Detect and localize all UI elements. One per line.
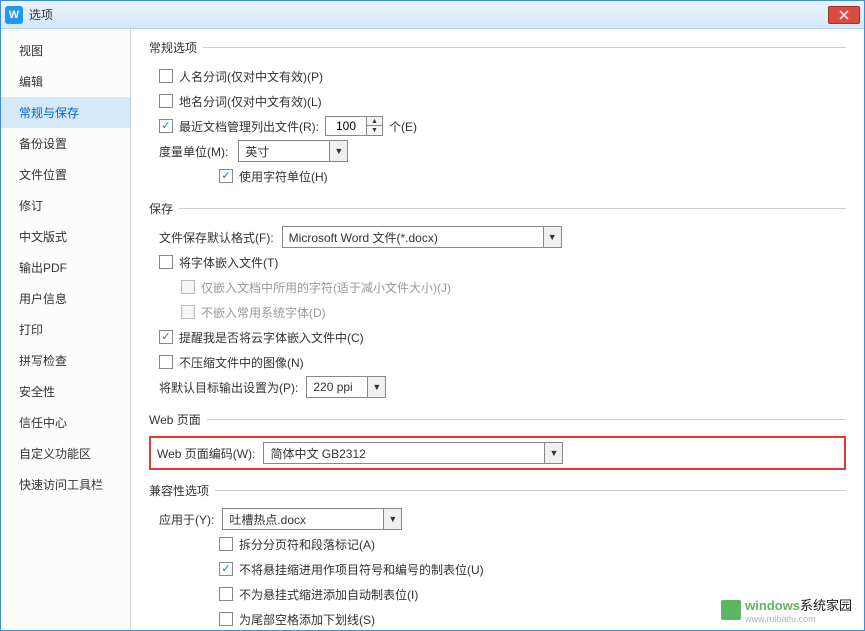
sidebar-item-general-save[interactable]: 常规与保存 bbox=[1, 97, 130, 128]
recent-count-up[interactable]: ▲ bbox=[367, 117, 382, 126]
content-panel: 常规选项 人名分词(仅对中文有效)(P) 地名分词(仅对中文有效)(L) 最近文… bbox=[131, 29, 864, 630]
tail-underline-label: 为尾部空格添加下划线(S) bbox=[239, 611, 375, 628]
tail-underline-checkbox[interactable] bbox=[219, 612, 233, 626]
char-unit-checkbox[interactable] bbox=[219, 169, 233, 183]
web-encoding-value: 简体中文 GB2312 bbox=[264, 445, 544, 462]
no-embed-sys-label: 不嵌入常用系统字体(D) bbox=[201, 304, 326, 321]
web-encoding-select[interactable]: 简体中文 GB2312 ▼ bbox=[263, 442, 563, 464]
recent-unit-label: 个(E) bbox=[389, 118, 417, 135]
sidebar-item-view[interactable]: 视图 bbox=[1, 35, 130, 66]
watermark-brand1: windows bbox=[745, 598, 800, 613]
default-res-select[interactable]: 220 ppi ▼ bbox=[306, 376, 386, 398]
apply-label: 应用于(Y): bbox=[159, 511, 214, 528]
no-compress-checkbox[interactable] bbox=[159, 355, 173, 369]
default-fmt-label: 文件保存默认格式(F): bbox=[159, 229, 274, 246]
sidebar-item-quick-access[interactable]: 快速访问工具栏 bbox=[1, 469, 130, 500]
recent-docs-checkbox[interactable] bbox=[159, 119, 173, 133]
web-encoding-label: Web 页面编码(W): bbox=[157, 445, 255, 462]
sidebar-item-print[interactable]: 打印 bbox=[1, 314, 130, 345]
embed-used-label: 仅嵌入文档中所用的字符(适于减小文件大小)(J) bbox=[201, 279, 451, 296]
default-fmt-value: Microsoft Word 文件(*.docx) bbox=[283, 229, 543, 246]
sidebar-item-chinese-layout[interactable]: 中文版式 bbox=[1, 221, 130, 252]
name-seg-label: 人名分词(仅对中文有效)(P) bbox=[179, 68, 323, 85]
sidebar: 视图 编辑 常规与保存 备份设置 文件位置 修订 中文版式 输出PDF 用户信息… bbox=[1, 29, 131, 630]
place-seg-checkbox[interactable] bbox=[159, 94, 173, 108]
sidebar-item-security[interactable]: 安全性 bbox=[1, 376, 130, 407]
save-legend: 保存 bbox=[149, 200, 179, 217]
web-section: Web 页面 Web 页面编码(W): 简体中文 GB2312 ▼ bbox=[149, 411, 846, 474]
sidebar-item-customize-ribbon[interactable]: 自定义功能区 bbox=[1, 438, 130, 469]
char-unit-label: 使用字符单位(H) bbox=[239, 168, 328, 185]
save-section: 保存 文件保存默认格式(F): Microsoft Word 文件(*.docx… bbox=[149, 200, 846, 403]
split-para-checkbox[interactable] bbox=[219, 537, 233, 551]
default-res-label: 将默认目标输出设置为(P): bbox=[159, 379, 298, 396]
sidebar-item-file-location[interactable]: 文件位置 bbox=[1, 159, 130, 190]
unit-label: 度量单位(M): bbox=[159, 143, 228, 160]
window-title: 选项 bbox=[29, 6, 828, 23]
sidebar-item-spell-check[interactable]: 拼写检查 bbox=[1, 345, 130, 376]
chevron-down-icon: ▼ bbox=[383, 509, 401, 529]
chevron-down-icon: ▼ bbox=[329, 141, 347, 161]
titlebar: W 选项 bbox=[1, 1, 864, 29]
chevron-down-icon: ▼ bbox=[544, 443, 562, 463]
close-icon bbox=[839, 10, 849, 20]
unit-select[interactable]: 英寸 ▼ bbox=[238, 140, 348, 162]
apply-select[interactable]: 吐槽热点.docx ▼ bbox=[222, 508, 402, 530]
compat-legend: 兼容性选项 bbox=[149, 482, 215, 499]
recent-docs-label: 最近文档管理列出文件(R): bbox=[179, 118, 319, 135]
no-hang-bullet-checkbox[interactable] bbox=[219, 562, 233, 576]
embed-used-checkbox bbox=[181, 280, 195, 294]
sidebar-item-user-info[interactable]: 用户信息 bbox=[1, 283, 130, 314]
close-button[interactable] bbox=[828, 6, 860, 24]
watermark-icon bbox=[721, 600, 741, 620]
embed-fonts-label: 将字体嵌入文件(T) bbox=[179, 254, 278, 271]
default-fmt-select[interactable]: Microsoft Word 文件(*.docx) ▼ bbox=[282, 226, 562, 248]
sidebar-item-output-pdf[interactable]: 输出PDF bbox=[1, 252, 130, 283]
sidebar-item-trust-center[interactable]: 信任中心 bbox=[1, 407, 130, 438]
app-icon: W bbox=[5, 6, 23, 24]
default-res-value: 220 ppi bbox=[307, 380, 367, 394]
sidebar-item-edit[interactable]: 编辑 bbox=[1, 66, 130, 97]
no-hang-auto-checkbox[interactable] bbox=[219, 587, 233, 601]
web-encoding-highlight: Web 页面编码(W): 简体中文 GB2312 ▼ bbox=[149, 436, 846, 470]
watermark: windows系统家园 www.ruibaifu.com bbox=[721, 595, 852, 624]
recent-count-down[interactable]: ▼ bbox=[367, 126, 382, 135]
remind-cloud-label: 提醒我是否将云字体嵌入文件中(C) bbox=[179, 329, 364, 346]
watermark-url: www.ruibaifu.com bbox=[745, 614, 852, 624]
sidebar-item-backup[interactable]: 备份设置 bbox=[1, 128, 130, 159]
chevron-down-icon: ▼ bbox=[367, 377, 385, 397]
no-embed-sys-checkbox bbox=[181, 305, 195, 319]
watermark-brand2: 系统家园 bbox=[800, 598, 852, 613]
place-seg-label: 地名分词(仅对中文有效)(L) bbox=[179, 93, 322, 110]
no-compress-label: 不压缩文件中的图像(N) bbox=[179, 354, 304, 371]
web-legend: Web 页面 bbox=[149, 411, 207, 428]
unit-value: 英寸 bbox=[239, 143, 329, 160]
recent-count-input[interactable] bbox=[325, 116, 367, 136]
remind-cloud-checkbox[interactable] bbox=[159, 330, 173, 344]
general-section: 常规选项 人名分词(仅对中文有效)(P) 地名分词(仅对中文有效)(L) 最近文… bbox=[149, 39, 846, 192]
split-para-label: 拆分分页符和段落标记(A) bbox=[239, 536, 375, 553]
sidebar-item-revision[interactable]: 修订 bbox=[1, 190, 130, 221]
no-hang-bullet-label: 不将悬挂缩进用作项目符号和编号的制表位(U) bbox=[239, 561, 484, 578]
no-hang-auto-label: 不为悬挂式缩进添加自动制表位(I) bbox=[239, 586, 418, 603]
chevron-down-icon: ▼ bbox=[543, 227, 561, 247]
name-seg-checkbox[interactable] bbox=[159, 69, 173, 83]
apply-value: 吐槽热点.docx bbox=[223, 511, 383, 528]
general-legend: 常规选项 bbox=[149, 39, 203, 56]
embed-fonts-checkbox[interactable] bbox=[159, 255, 173, 269]
